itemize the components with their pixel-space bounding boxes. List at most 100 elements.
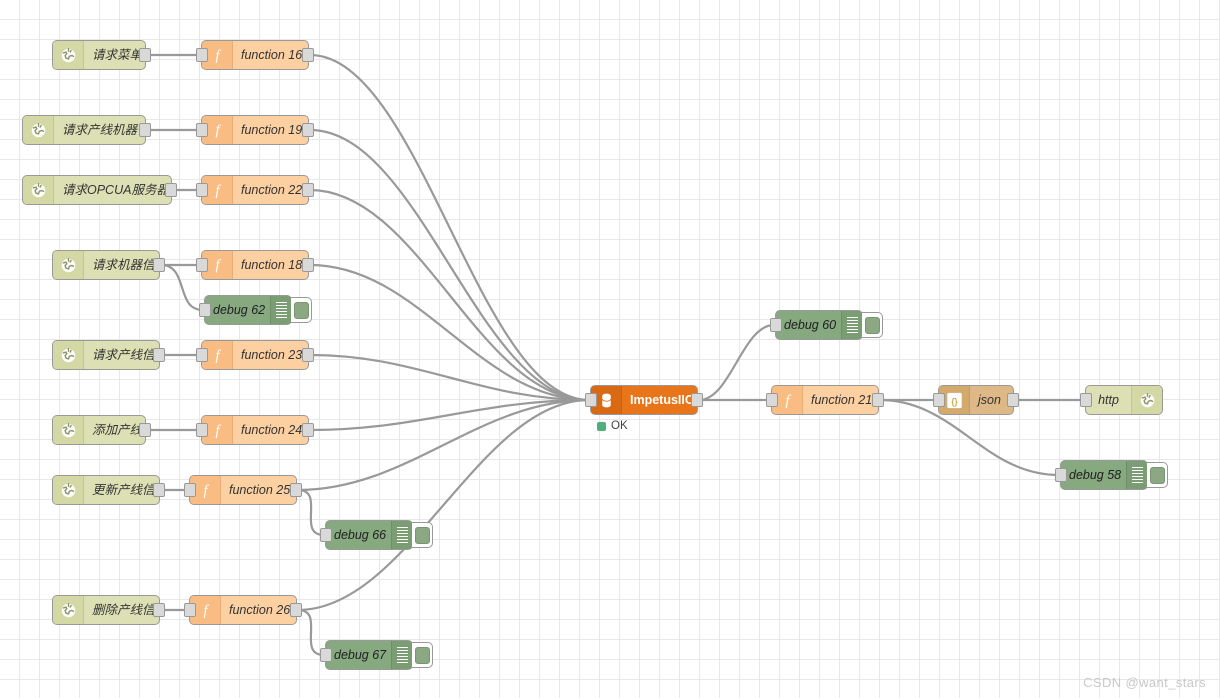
node-inject1[interactable]: 请求菜单 — [52, 40, 151, 70]
input-port[interactable] — [199, 303, 211, 317]
node-label: 请求菜单 — [92, 48, 143, 62]
input-port[interactable] — [1055, 468, 1067, 482]
node-dbg62[interactable]: debug 62 — [199, 295, 312, 325]
input-port[interactable] — [196, 348, 208, 362]
output-port[interactable] — [302, 348, 314, 362]
output-port[interactable] — [302, 183, 314, 197]
output-port[interactable] — [139, 48, 151, 62]
output-port[interactable] — [302, 48, 314, 62]
input-port[interactable] — [585, 393, 597, 407]
node-dbg67[interactable]: debug 67 — [320, 640, 433, 670]
wire-fn25-to-impetus[interactable] — [297, 398, 590, 492]
node-inject7[interactable]: 更新产线信息 — [52, 475, 165, 505]
input-port[interactable] — [184, 603, 196, 617]
input-port[interactable] — [320, 648, 332, 662]
node-label: http — [1098, 393, 1119, 407]
globe-icon — [53, 41, 84, 69]
wire-fn22-to-impetus[interactable] — [309, 188, 590, 402]
svg-text:f: f — [215, 47, 221, 63]
globe-icon — [1131, 386, 1162, 414]
node-fn25[interactable]: f function 25 — [184, 475, 302, 505]
input-port[interactable] — [196, 48, 208, 62]
output-port[interactable] — [302, 423, 314, 437]
output-port[interactable] — [290, 483, 302, 497]
globe-icon — [53, 596, 84, 624]
node-fn24[interactable]: f function 24 — [196, 415, 314, 445]
node-http1[interactable]: http — [1080, 385, 1163, 415]
node-inject5[interactable]: 请求产线信息 — [52, 340, 165, 370]
input-port[interactable] — [320, 528, 332, 542]
node-label: 请求机器信息 — [92, 258, 159, 272]
wire-fn26-to-impetus[interactable] — [297, 398, 590, 612]
debug-toggle-button[interactable] — [291, 297, 312, 323]
node-fn19[interactable]: f function 19 — [196, 115, 314, 145]
node-inject8[interactable]: 删除产线信息 — [52, 595, 165, 625]
node-dbg66[interactable]: debug 66 — [320, 520, 433, 550]
node-inject4[interactable]: 请求机器信息 — [52, 250, 165, 280]
node-inject2[interactable]: 请求产线机器信息 — [22, 115, 151, 145]
node-json1[interactable]: {} json — [933, 385, 1019, 415]
node-fn26[interactable]: f function 26 — [184, 595, 302, 625]
node-fn16[interactable]: f function 16 — [196, 40, 314, 70]
input-port[interactable] — [196, 423, 208, 437]
output-port[interactable] — [139, 123, 151, 137]
output-port[interactable] — [872, 393, 884, 407]
node-impetus[interactable]: ImpetusIIOT OK — [585, 385, 703, 432]
input-port[interactable] — [770, 318, 782, 332]
wire-fn18-to-impetus[interactable] — [309, 263, 590, 402]
node-fn21[interactable]: f function 21 — [766, 385, 884, 415]
node-dbg60[interactable]: debug 60 — [770, 310, 883, 340]
output-port[interactable] — [290, 603, 302, 617]
node-label: function 21 — [811, 393, 873, 407]
node-label: debug 67 — [334, 648, 387, 662]
input-port[interactable] — [933, 393, 945, 407]
node-label: 请求OPCUA服务器信息 — [62, 183, 171, 197]
status-text: OK — [611, 420, 628, 432]
wire-fn24-to-impetus[interactable] — [309, 398, 590, 432]
input-port[interactable] — [184, 483, 196, 497]
output-port[interactable] — [691, 393, 703, 407]
wire-fn16-to-impetus[interactable] — [309, 53, 590, 402]
output-port[interactable] — [1007, 393, 1019, 407]
output-port[interactable] — [153, 348, 165, 362]
svg-text:f: f — [215, 257, 221, 273]
node-fn23[interactable]: f function 23 — [196, 340, 314, 370]
node-label: debug 58 — [1069, 468, 1122, 482]
input-port[interactable] — [196, 183, 208, 197]
node-fn22[interactable]: f function 22 — [196, 175, 314, 205]
input-port[interactable] — [1080, 393, 1092, 407]
output-port[interactable] — [302, 123, 314, 137]
svg-text:f: f — [215, 122, 221, 138]
output-port[interactable] — [153, 258, 165, 272]
debug-toggle-button[interactable] — [412, 642, 433, 668]
input-port[interactable] — [766, 393, 778, 407]
svg-text:f: f — [215, 347, 221, 363]
input-port[interactable] — [196, 258, 208, 272]
status-dot-icon — [597, 421, 606, 431]
wire-impetus-to-dbg60[interactable] — [698, 323, 775, 402]
node-label: function 25 — [229, 483, 291, 497]
output-port[interactable] — [165, 183, 177, 197]
debug-bars-icon — [841, 311, 862, 339]
flow-canvas[interactable]: 请求菜单请求产线机器信息请求OPCUA服务器信息请求机器信息请求产线信息添加产线… — [0, 0, 1220, 698]
wire-fn19-to-impetus[interactable] — [309, 128, 590, 402]
output-port[interactable] — [153, 483, 165, 497]
debug-toggle-button[interactable] — [412, 522, 433, 548]
input-port[interactable] — [196, 123, 208, 137]
node-label: 请求产线信息 — [92, 348, 159, 362]
wire-fn23-to-impetus[interactable] — [309, 353, 590, 402]
svg-text:f: f — [203, 482, 209, 498]
node-dbg58[interactable]: debug 58 — [1055, 460, 1168, 490]
output-port[interactable] — [153, 603, 165, 617]
output-port[interactable] — [139, 423, 151, 437]
debug-bars-icon — [391, 641, 412, 669]
debug-toggle-button[interactable] — [1147, 462, 1168, 488]
node-label: function 23 — [241, 348, 303, 362]
node-fn18[interactable]: f function 18 — [196, 250, 314, 280]
node-label: 删除产线信息 — [92, 603, 159, 617]
output-port[interactable] — [302, 258, 314, 272]
node-inject6[interactable]: 添加产线 — [52, 415, 151, 445]
node-inject3[interactable]: 请求OPCUA服务器信息 — [22, 175, 177, 205]
node-label: function 26 — [229, 603, 291, 617]
debug-toggle-button[interactable] — [862, 312, 883, 338]
